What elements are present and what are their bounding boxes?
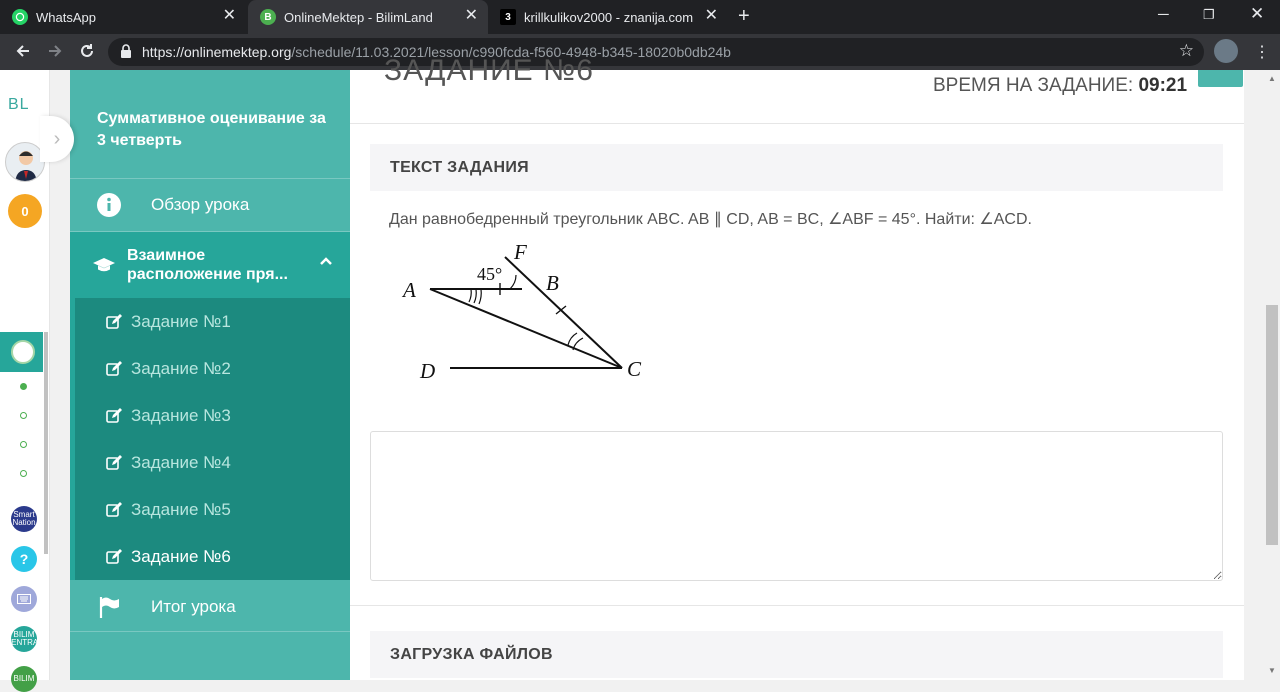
browser-tab-bar: WhatsApp ✕ B OnlineMektep - BilimLand ✕ … <box>0 0 1280 34</box>
timer-label: ВРЕМЯ НА ЗАДАНИЕ: <box>933 75 1134 96</box>
rail-dot-2[interactable] <box>20 412 27 419</box>
task-item-4[interactable]: Задание №4 <box>75 439 350 486</box>
tab-close-icon[interactable]: ✕ <box>465 8 478 24</box>
rail-item-onlinemektep[interactable] <box>0 332 43 372</box>
tab-whatsapp[interactable]: WhatsApp ✕ <box>0 0 246 34</box>
bookmark-star-icon[interactable]: ☆ <box>1179 41 1194 61</box>
rail-dot-1[interactable] <box>20 383 27 390</box>
znanija-icon: 3 <box>500 9 516 25</box>
task-label: Задание №3 <box>131 405 231 425</box>
problem-statement: Дан равнобедренный треугольник ABC. AB ∥… <box>389 211 1032 228</box>
task-item-1[interactable]: Задание №1 <box>75 298 350 345</box>
angle-label: 45° <box>477 264 502 284</box>
rail-dot-4[interactable] <box>20 470 27 477</box>
minimize-icon[interactable]: ─ <box>1158 6 1169 23</box>
task-item-6[interactable]: Задание №6 <box>75 533 350 580</box>
label-f: F <box>513 240 527 264</box>
task-content: ЗАДАНИЕ №6 ВРЕМЯ НА ЗАДАНИЕ: 09:21 ТЕКСТ… <box>350 54 1244 680</box>
edit-icon <box>106 502 122 517</box>
task-label: Задание №4 <box>131 452 231 472</box>
sidebar-section-lines[interactable]: Взаимное расположение пря... <box>70 232 350 298</box>
info-icon <box>97 193 121 217</box>
chevron-up-icon[interactable] <box>319 254 333 268</box>
upload-header: ЗАГРУЗКА ФАЙЛОВ <box>370 631 1223 678</box>
rail-dot-3[interactable] <box>20 441 27 448</box>
scrollbar-thumb[interactable] <box>1266 305 1278 545</box>
window-close-icon[interactable]: ✕ <box>1250 4 1264 24</box>
edit-icon <box>106 314 122 329</box>
tab-close-icon[interactable]: ✕ <box>223 8 236 24</box>
user-avatar[interactable] <box>5 142 45 182</box>
keyboard-icon[interactable] <box>11 586 37 612</box>
tab-znanija[interactable]: 3 krillkulikov2000 - znanija.com ✕ <box>488 0 728 34</box>
back-icon[interactable] <box>14 42 32 65</box>
lesson-title: Суммативное оценивание за 3 четверть <box>97 110 326 149</box>
coins-badge[interactable]: 0 <box>8 194 42 228</box>
task-label: Задание №5 <box>131 499 231 519</box>
graduation-cap-icon <box>93 258 115 272</box>
section-label: Взаимное расположение пря... <box>127 247 288 283</box>
fullscreen-button[interactable] <box>1198 70 1243 87</box>
task-item-2[interactable]: Задание №2 <box>75 345 350 392</box>
tab-title: krillkulikov2000 - znanija.com <box>524 9 694 25</box>
whatsapp-icon <box>12 9 28 25</box>
answer-textarea[interactable] <box>370 431 1223 581</box>
expand-chevron-icon[interactable]: › <box>40 116 74 162</box>
bilimland-icon: B <box>260 9 276 25</box>
help-icon[interactable]: ? <box>11 546 37 572</box>
sidebar-item-summary[interactable]: Итог урока <box>70 582 350 632</box>
flag-icon <box>99 596 119 618</box>
bilim-central-icon[interactable]: BILIM CENTRAL <box>5 626 43 652</box>
timer-value: 09:21 <box>1138 75 1188 96</box>
restore-icon[interactable]: ❐ <box>1203 7 1215 23</box>
divider <box>350 123 1244 124</box>
label-b: B <box>546 271 559 295</box>
edit-icon <box>106 455 122 470</box>
task-label: Задание №2 <box>131 358 231 378</box>
task-timer: ВРЕМЯ НА ЗАДАНИЕ: 09:21 <box>933 75 1187 97</box>
new-tab-icon[interactable]: + <box>738 6 750 26</box>
edit-icon <box>106 361 122 376</box>
page-scrollbar[interactable]: ▲ ▼ <box>1264 70 1280 680</box>
sidebar-item-label: Итог урока <box>151 596 236 616</box>
task-label: Задание №1 <box>131 311 231 331</box>
tab-title: WhatsApp <box>36 9 96 25</box>
triangle-figure: A B C D F 45° <box>401 240 642 383</box>
reload-icon[interactable] <box>78 42 96 65</box>
browser-toolbar: https://onlinemektep.org/schedule/11.03.… <box>0 34 1280 70</box>
address-bar[interactable]: https://onlinemektep.org/schedule/11.03.… <box>108 38 1204 66</box>
url-host: https://onlinemektep.org <box>142 44 292 60</box>
forward-icon[interactable] <box>46 42 64 65</box>
task-item-5[interactable]: Задание №5 <box>75 486 350 533</box>
sidebar-item-overview[interactable]: Обзор урока <box>70 178 350 232</box>
label-c: C <box>627 357 642 381</box>
scroll-up-icon[interactable]: ▲ <box>1268 74 1276 83</box>
bilim-icon[interactable]: BILIM <box>11 666 37 692</box>
smart-nation-icon[interactable]: Smart Nation <box>11 506 37 532</box>
rail-scrollbar[interactable] <box>44 332 48 554</box>
edit-icon <box>106 549 122 564</box>
label-d: D <box>419 359 435 383</box>
task-item-3[interactable]: Задание №3 <box>75 392 350 439</box>
divider <box>350 605 1244 606</box>
scroll-down-icon[interactable]: ▼ <box>1268 666 1276 675</box>
sidebar-item-label: Обзор урока <box>151 195 250 214</box>
profile-avatar[interactable] <box>1214 39 1238 63</box>
task-text-header: ТЕКСТ ЗАДАНИЯ <box>370 144 1223 191</box>
lesson-sidebar: Суммативное оценивание за 3 четверть Обз… <box>70 70 350 680</box>
edit-icon <box>106 408 122 423</box>
task-title: ЗАДАНИЕ №6 <box>384 54 594 87</box>
browser-menu-icon[interactable]: ⋮ <box>1254 42 1270 62</box>
lock-icon <box>121 44 131 58</box>
tab-title: OnlineMektep - BilimLand <box>284 9 433 25</box>
tab-close-icon[interactable]: ✕ <box>705 8 718 24</box>
label-a: A <box>401 278 416 302</box>
task-label: Задание №6 <box>131 546 231 566</box>
tab-onlinemektep[interactable]: B OnlineMektep - BilimLand ✕ <box>248 0 488 34</box>
bl-logo[interactable]: BL <box>8 96 30 114</box>
task-list: Задание №1 Задание №2 Задание №3 Задание… <box>70 298 350 580</box>
